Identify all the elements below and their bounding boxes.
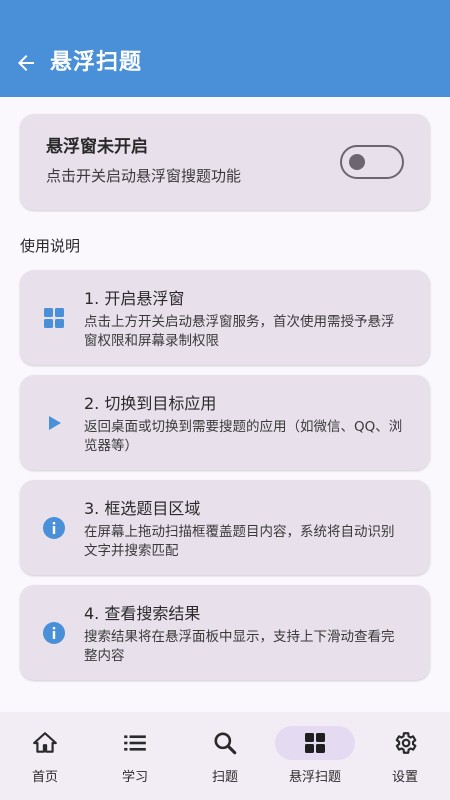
step-card-4: 4. 查看搜索结果 搜索结果将在悬浮面板中显示，支持上下滑动查看完整内容 [20, 585, 430, 680]
step-title: 3. 框选题目区域 [84, 499, 201, 518]
info-icon [42, 621, 66, 645]
grid-icon [305, 733, 325, 753]
nav-label: 学习 [121, 770, 148, 785]
nav-label: 设置 [391, 770, 418, 785]
nav-item-floating-scan[interactable]: 悬浮扫题 [270, 712, 360, 800]
main-content: 悬浮窗未开启 点击开关启动悬浮窗搜题功能 使用说明 1. 开启悬浮窗 点击上方开… [0, 97, 450, 712]
grid-icon [42, 306, 66, 330]
step-card-1: 1. 开启悬浮窗 点击上方开关启动悬浮窗服务，首次使用需授予悬浮窗权限和屏幕录制… [20, 270, 430, 365]
gear-icon [395, 732, 417, 754]
play-icon [42, 411, 66, 435]
app-bar: 悬浮扫题 [0, 0, 450, 97]
home-icon [33, 732, 57, 753]
nav-item-scan[interactable]: 扫题 [180, 712, 270, 800]
step-description: 搜索结果将在悬浮面板中显示，支持上下滑动查看完整内容 [84, 629, 395, 664]
list-icon [124, 735, 146, 751]
search-icon [214, 732, 237, 755]
bottom-navigation: 首页 学习 扫题 悬浮扫题 设置 [0, 712, 450, 800]
step-title: 1. 开启悬浮窗 [84, 289, 185, 308]
toggle-knob [349, 154, 365, 170]
step-description: 返回桌面或切换到需要搜题的应用（如微信、QQ、浏览器等） [84, 419, 403, 454]
nav-label: 首页 [31, 770, 58, 785]
step-card-2: 2. 切换到目标应用 返回桌面或切换到需要搜题的应用（如微信、QQ、浏览器等） [20, 375, 430, 470]
step-title: 4. 查看搜索结果 [84, 604, 201, 623]
floating-window-status-card: 悬浮窗未开启 点击开关启动悬浮窗搜题功能 [20, 114, 430, 210]
step-description: 点击上方开关启动悬浮窗服务，首次使用需授予悬浮窗权限和屏幕录制权限 [84, 314, 395, 349]
nav-label: 悬浮扫题 [288, 770, 341, 785]
page-title: 悬浮扫题 [50, 50, 143, 75]
info-icon [42, 516, 66, 540]
arrow-left-icon [18, 55, 34, 71]
nav-item-settings[interactable]: 设置 [360, 712, 450, 800]
nav-label: 扫题 [211, 770, 238, 785]
back-button[interactable] [12, 49, 40, 77]
step-title: 2. 切换到目标应用 [84, 394, 217, 413]
step-description: 在屏幕上拖动扫描框覆盖题目内容，系统将自动识别文字并搜索匹配 [84, 524, 395, 559]
step-card-3: 3. 框选题目区域 在屏幕上拖动扫描框覆盖题目内容，系统将自动识别文字并搜索匹配 [20, 480, 430, 575]
nav-item-home[interactable]: 首页 [0, 712, 90, 800]
nav-item-study[interactable]: 学习 [90, 712, 180, 800]
floating-window-toggle[interactable] [340, 145, 404, 179]
section-label: 使用说明 [20, 237, 81, 255]
